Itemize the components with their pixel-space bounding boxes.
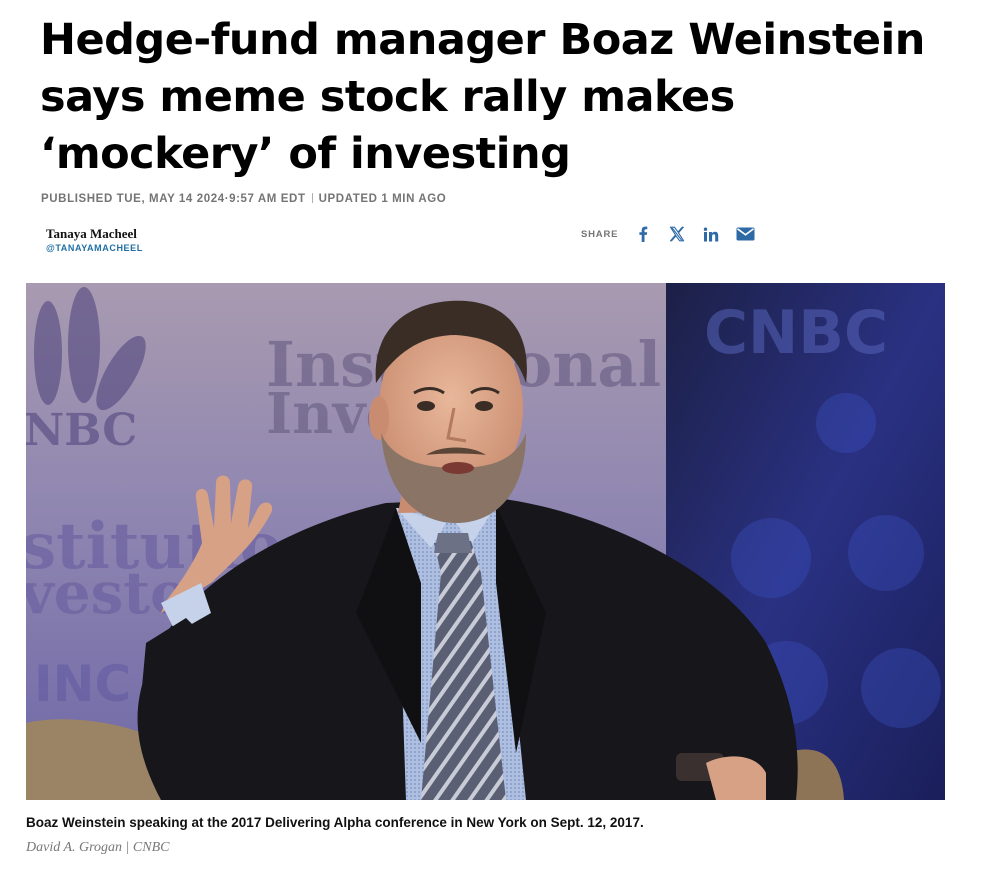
photo-credit: David A. Grogan | CNBC bbox=[26, 840, 170, 855]
linkedin-share-button[interactable] bbox=[700, 224, 722, 244]
article-photo: NBC Instit onal Inve stitutio vestor INC… bbox=[26, 283, 945, 800]
author-handle[interactable]: @TANAYAMACHEEL bbox=[46, 242, 143, 255]
byline: Tanaya Macheel @TANAYAMACHEEL bbox=[46, 226, 143, 255]
published-time: PUBLISHED TUE, MAY 14 2024·9:57 AM EDT bbox=[41, 193, 306, 205]
x-icon bbox=[670, 226, 685, 242]
share-label: SHARE bbox=[581, 228, 619, 240]
email-icon bbox=[736, 227, 755, 241]
facebook-icon bbox=[639, 226, 648, 242]
backdrop-logo-right: CNBC bbox=[704, 298, 888, 368]
author-name[interactable]: Tanaya Macheel bbox=[46, 226, 143, 242]
backdrop-text-6: INC bbox=[34, 655, 131, 713]
facebook-share-button[interactable] bbox=[632, 224, 654, 244]
x-share-button[interactable] bbox=[666, 224, 688, 244]
updated-time: UPDATED 1 MIN AGO bbox=[318, 193, 447, 205]
dateline: PUBLISHED TUE, MAY 14 2024·9:57 AM EDT UP… bbox=[41, 193, 446, 205]
backdrop-text-2: onal bbox=[511, 328, 661, 401]
photo-caption: Boaz Weinstein speaking at the 2017 Deli… bbox=[26, 815, 644, 830]
backdrop-logo-left: NBC bbox=[26, 405, 137, 456]
linkedin-icon bbox=[704, 227, 719, 241]
share-bar: SHARE bbox=[581, 224, 768, 244]
email-share-button[interactable] bbox=[734, 224, 756, 244]
speaker-photo: NBC Instit onal Inve stitutio vestor INC… bbox=[26, 283, 945, 800]
dateline-divider bbox=[311, 193, 313, 203]
headline: Hedge-fund manager Boaz Weinstein says m… bbox=[40, 15, 925, 179]
